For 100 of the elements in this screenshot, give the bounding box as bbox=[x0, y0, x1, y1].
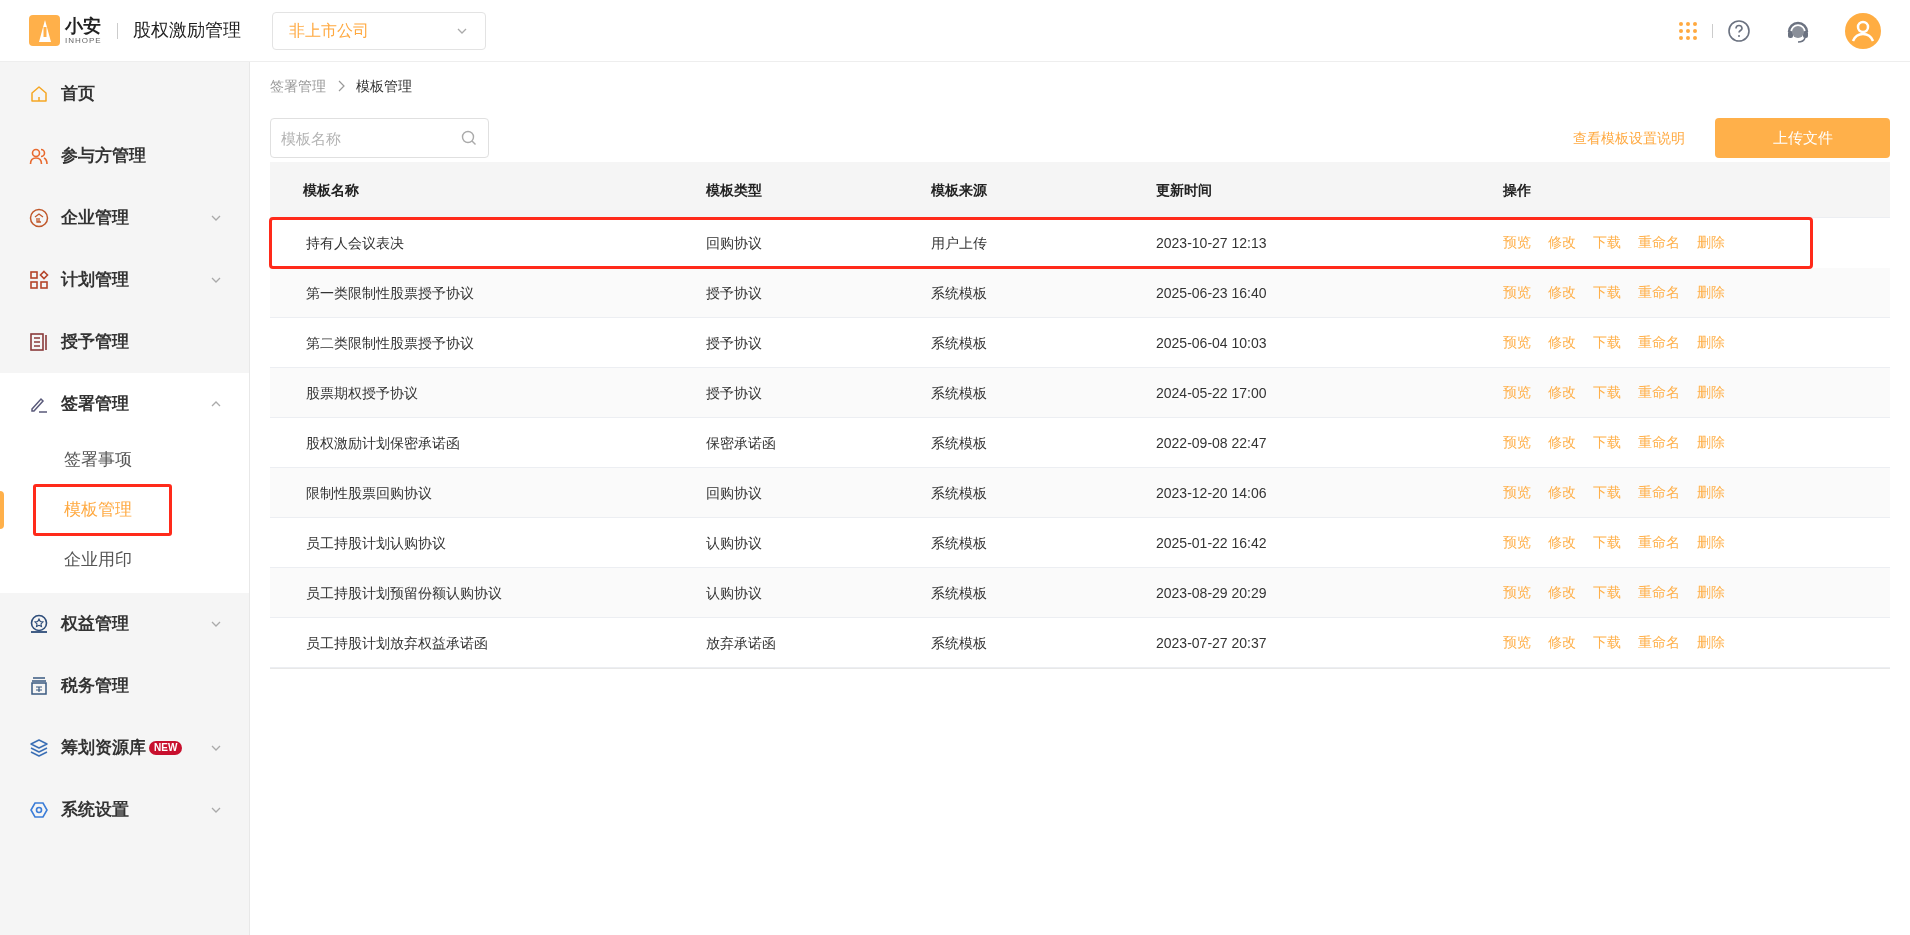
action-link[interactable]: 重命名 bbox=[1638, 532, 1680, 553]
action-link[interactable]: 预览 bbox=[1503, 332, 1531, 353]
action-link[interactable]: 修改 bbox=[1548, 582, 1576, 603]
sidebar-item[interactable]: 参与方管理 bbox=[0, 125, 249, 187]
action-link[interactable]: 重命名 bbox=[1638, 482, 1680, 503]
grid-icon bbox=[29, 270, 49, 290]
action-link[interactable]: 重命名 bbox=[1638, 632, 1680, 653]
table-cell: 系统模板 bbox=[931, 334, 987, 351]
action-link[interactable]: 下载 bbox=[1593, 332, 1621, 353]
action-link[interactable]: 下载 bbox=[1593, 582, 1621, 603]
logo-icon bbox=[29, 15, 60, 46]
sidebar-item[interactable]: 计划管理 bbox=[0, 249, 249, 311]
company-select[interactable]: 非上市公司 bbox=[271, 11, 486, 50]
action-link[interactable]: 修改 bbox=[1548, 632, 1576, 653]
action-link[interactable]: 修改 bbox=[1548, 282, 1576, 303]
sidebar-item[interactable]: 权益管理 bbox=[0, 593, 249, 655]
action-link[interactable]: 重命名 bbox=[1638, 332, 1680, 353]
settings-icon bbox=[29, 800, 49, 820]
people-icon bbox=[29, 146, 49, 166]
sidebar-item[interactable]: 税务管理 bbox=[0, 655, 249, 717]
action-link[interactable]: 删除 bbox=[1697, 232, 1725, 253]
action-link[interactable]: 删除 bbox=[1697, 632, 1725, 653]
column-header: 模板类型 bbox=[706, 181, 762, 198]
tax-icon bbox=[29, 676, 49, 696]
table-cell: 股票期权授予协议 bbox=[306, 384, 418, 401]
action-link[interactable]: 删除 bbox=[1697, 582, 1725, 603]
sidebar-item[interactable]: 筹划资源库 NEW bbox=[0, 717, 249, 779]
action-link[interactable]: 下载 bbox=[1593, 382, 1621, 403]
action-link[interactable]: 修改 bbox=[1548, 232, 1576, 253]
table-cell: 2025-06-04 10:03 bbox=[1156, 334, 1267, 351]
action-link[interactable]: 删除 bbox=[1697, 282, 1725, 303]
sidebar-item[interactable]: 系统设置 bbox=[0, 779, 249, 841]
action-link[interactable]: 预览 bbox=[1503, 432, 1531, 453]
table-cell: 系统模板 bbox=[931, 534, 987, 551]
action-link[interactable]: 删除 bbox=[1697, 332, 1725, 353]
action-link[interactable]: 重命名 bbox=[1638, 582, 1680, 603]
action-link[interactable]: 预览 bbox=[1503, 582, 1531, 603]
action-link[interactable]: 重命名 bbox=[1638, 282, 1680, 303]
document-icon bbox=[29, 332, 49, 352]
table-cell: 系统模板 bbox=[931, 584, 987, 601]
sidebar-item[interactable]: 签署管理 bbox=[0, 373, 249, 435]
action-link[interactable]: 修改 bbox=[1548, 382, 1576, 403]
table-cell: 股权激励计划保密承诺函 bbox=[306, 434, 460, 451]
table-cell: 2025-06-23 16:40 bbox=[1156, 284, 1267, 301]
logo-subtitle: INHOPE bbox=[65, 36, 102, 45]
action-link[interactable]: 删除 bbox=[1697, 482, 1725, 503]
action-link[interactable]: 下载 bbox=[1593, 632, 1621, 653]
action-link[interactable]: 修改 bbox=[1548, 482, 1576, 503]
table-cell: 认购协议 bbox=[706, 584, 762, 601]
table-cell: 2023-12-20 14:06 bbox=[1156, 484, 1267, 501]
sidebar-subitem[interactable]: 模板管理 bbox=[33, 484, 172, 536]
upload-button[interactable]: 上传文件 bbox=[1715, 118, 1890, 158]
column-header: 模板来源 bbox=[931, 181, 987, 198]
table-cell: 系统模板 bbox=[931, 284, 987, 301]
help-icon[interactable] bbox=[1727, 18, 1751, 43]
search-field[interactable]: 模板名称 bbox=[270, 118, 489, 158]
action-link[interactable]: 预览 bbox=[1503, 532, 1531, 553]
action-link[interactable]: 下载 bbox=[1593, 232, 1621, 253]
action-link[interactable]: 修改 bbox=[1548, 432, 1576, 453]
sidebar-item[interactable]: 授予管理 bbox=[0, 311, 249, 373]
action-link[interactable]: 预览 bbox=[1503, 382, 1531, 403]
table-cell: 系统模板 bbox=[931, 434, 987, 451]
sidebar-subitem[interactable]: 企业用印 bbox=[33, 534, 172, 586]
table-cell: 授予协议 bbox=[706, 284, 762, 301]
column-header: 更新时间 bbox=[1156, 181, 1212, 198]
action-link[interactable]: 预览 bbox=[1503, 632, 1531, 653]
action-link[interactable]: 重命名 bbox=[1638, 382, 1680, 403]
action-link[interactable]: 预览 bbox=[1503, 282, 1531, 303]
action-link[interactable]: 下载 bbox=[1593, 282, 1621, 303]
breadcrumb-item[interactable]: 签署管理 bbox=[270, 75, 326, 97]
action-link[interactable]: 删除 bbox=[1697, 532, 1725, 553]
table-cell: 2023-07-27 20:37 bbox=[1156, 634, 1267, 651]
table-cell: 系统模板 bbox=[931, 484, 987, 501]
action-link[interactable]: 预览 bbox=[1503, 482, 1531, 503]
action-link[interactable]: 下载 bbox=[1593, 432, 1621, 453]
action-link[interactable]: 下载 bbox=[1593, 532, 1621, 553]
table-cell: 员工持股计划认购协议 bbox=[306, 534, 446, 551]
new-badge: NEW bbox=[149, 741, 183, 755]
sidebar-subitem[interactable]: 签署事项 bbox=[33, 434, 172, 486]
search-icon bbox=[461, 130, 477, 146]
sidebar-item[interactable]: 首页 bbox=[0, 63, 249, 125]
table-cell: 2023-10-27 12:13 bbox=[1156, 234, 1267, 251]
action-link[interactable]: 删除 bbox=[1697, 432, 1725, 453]
sidebar-item[interactable]: 企业管理 bbox=[0, 187, 249, 249]
action-link[interactable]: 修改 bbox=[1548, 532, 1576, 553]
action-link[interactable]: 修改 bbox=[1548, 332, 1576, 353]
help-link[interactable]: 查看模板设置说明 bbox=[1573, 127, 1685, 149]
table-cell: 回购协议 bbox=[706, 234, 762, 251]
action-link[interactable]: 预览 bbox=[1503, 232, 1531, 253]
action-link[interactable]: 重命名 bbox=[1638, 432, 1680, 453]
action-link[interactable]: 删除 bbox=[1697, 382, 1725, 403]
table-cell: 认购协议 bbox=[706, 534, 762, 551]
table-cell: 系统模板 bbox=[931, 634, 987, 651]
table-cell: 第二类限制性股票授予协议 bbox=[306, 334, 474, 351]
table-cell: 授予协议 bbox=[706, 334, 762, 351]
app-title: 股权激励管理 bbox=[132, 19, 241, 42]
action-link[interactable]: 下载 bbox=[1593, 482, 1621, 503]
action-link[interactable]: 重命名 bbox=[1638, 232, 1680, 253]
layers-icon bbox=[29, 738, 49, 758]
medal-icon bbox=[29, 614, 49, 634]
